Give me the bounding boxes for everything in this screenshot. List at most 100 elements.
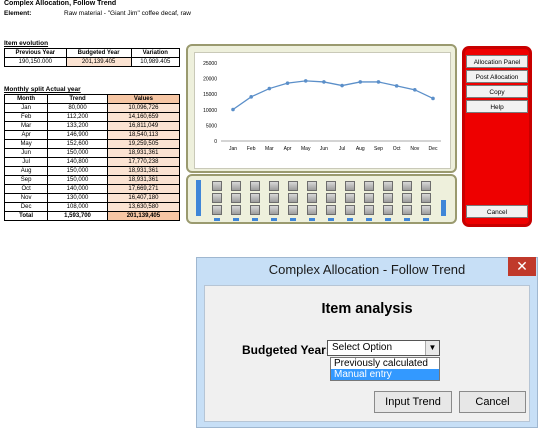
adjust-button[interactable] [269, 193, 279, 203]
value-cell[interactable]: 18,931,361 [106, 148, 181, 158]
adjust-button[interactable] [288, 205, 298, 215]
option-previously-calculated[interactable]: Previously calculated [331, 358, 439, 369]
trend-cell[interactable]: 152,600 [47, 139, 108, 149]
x-tick-label: Sep [374, 146, 383, 152]
item-evolution-label: Item evolution [4, 40, 49, 47]
adjust-button[interactable] [307, 205, 317, 215]
trend-cell[interactable]: 146,900 [47, 130, 108, 140]
month-level-marker [366, 218, 372, 221]
value-cell[interactable]: 18,540,113 [106, 130, 181, 140]
value-cell[interactable]: 19,259,505 [106, 139, 181, 149]
adjust-button[interactable] [402, 205, 412, 215]
adjust-button[interactable] [250, 205, 260, 215]
adjust-button[interactable] [326, 193, 336, 203]
adjust-button[interactable] [421, 205, 431, 215]
panel-cancel-button[interactable]: Cancel [466, 205, 528, 218]
trend-cell[interactable]: 133,200 [47, 121, 108, 131]
adjust-button[interactable] [345, 205, 355, 215]
trend-cell[interactable]: 150,000 [47, 166, 108, 176]
adjust-button[interactable] [345, 193, 355, 203]
data-point [431, 96, 435, 101]
trend-cell[interactable]: 108,000 [47, 202, 108, 212]
adjust-button[interactable] [250, 181, 260, 191]
trend-cell[interactable]: 112,200 [47, 112, 108, 122]
trend-cell[interactable]: 140,000 [47, 184, 108, 194]
month-level-marker [385, 218, 391, 221]
adjust-button[interactable] [345, 181, 355, 191]
adjust-button[interactable] [383, 205, 393, 215]
adjust-button[interactable] [402, 193, 412, 203]
option-manual-entry[interactable]: Manual entry [331, 369, 439, 380]
trend-cell[interactable]: 80,000 [47, 103, 108, 113]
budgeted-year-select[interactable]: Select Option [327, 340, 440, 356]
copy-button[interactable]: Copy [466, 85, 528, 98]
adjust-button[interactable] [288, 193, 298, 203]
table-row: Jun 150,000 18,931,361 [3, 148, 181, 158]
adjust-button[interactable] [269, 205, 279, 215]
monthly-split-label: Monthly split Actual year [4, 86, 81, 93]
adjust-button[interactable] [364, 193, 374, 203]
select-value: Select Option [332, 342, 393, 353]
trend-cell[interactable]: 140,800 [47, 157, 108, 167]
adjust-button[interactable] [307, 181, 317, 191]
trend-cell[interactable]: 150,000 [47, 148, 108, 158]
chevron-down-icon[interactable]: ▼ [425, 341, 439, 355]
help-button[interactable]: Help [466, 100, 528, 113]
left-level-bar[interactable] [196, 180, 201, 216]
table-row: May 152,600 19,259,505 [3, 139, 181, 149]
budgeted-year-value[interactable]: 201,139.405 [65, 57, 132, 67]
dialog-heading: Item analysis [321, 301, 413, 317]
adjust-button[interactable] [231, 193, 241, 203]
x-tick-label: Aug [356, 146, 365, 152]
trend-cell[interactable]: 130,000 [47, 193, 108, 203]
adjust-button[interactable] [383, 181, 393, 191]
adjust-button[interactable] [307, 193, 317, 203]
close-icon[interactable]: ✕ [508, 257, 536, 276]
variation-value[interactable]: 10,989.405 [130, 57, 181, 67]
right-level-bar[interactable] [441, 199, 446, 216]
previous-year-value[interactable]: 190,150.000 [4, 57, 67, 67]
month-level-marker [404, 218, 410, 221]
value-cell[interactable]: 10,096,726 [106, 103, 181, 113]
adjust-button[interactable] [402, 181, 412, 191]
y-tick-label: 0 [214, 139, 217, 145]
value-cell[interactable]: 18,931,361 [106, 166, 181, 176]
value-cell[interactable]: 14,160,659 [106, 112, 181, 122]
adjust-button[interactable] [231, 205, 241, 215]
adjust-button[interactable] [212, 181, 222, 191]
data-point [358, 80, 363, 84]
x-tick-label: Mar [265, 146, 274, 152]
x-tick-label: Apr [284, 146, 292, 152]
adjust-button[interactable] [326, 205, 336, 215]
value-cell[interactable]: 16,407,180 [106, 193, 181, 203]
adjust-button[interactable] [421, 181, 431, 191]
monthly-table: Month Trend Values Jan 80,000 10,096,726 Fe… [3, 94, 181, 221]
month-level-marker [309, 218, 315, 221]
value-cell[interactable]: 17,669,271 [106, 184, 181, 194]
adjust-button[interactable] [364, 181, 374, 191]
adjust-button[interactable] [364, 205, 374, 215]
adjust-button[interactable] [269, 181, 279, 191]
adjust-button[interactable] [383, 193, 393, 203]
value-cell[interactable]: 13,630,580 [106, 202, 181, 212]
adjust-button[interactable] [212, 205, 222, 215]
table-row: Nov 130,000 16,407,180 [3, 193, 181, 203]
value-cell[interactable]: 17,770,238 [106, 157, 181, 167]
adjust-button[interactable] [326, 181, 336, 191]
allocation-panel-button[interactable]: Allocation Panel [466, 55, 528, 68]
dialog-cancel-button[interactable]: Cancel [459, 391, 526, 413]
adjust-button[interactable] [288, 181, 298, 191]
adjust-button[interactable] [421, 193, 431, 203]
month-cell: Sep [3, 175, 49, 185]
input-trend-button[interactable]: Input Trend [374, 391, 452, 413]
value-cell[interactable]: 18,931,361 [106, 175, 181, 185]
series-line [232, 80, 434, 111]
adjust-button[interactable] [250, 193, 260, 203]
adjust-button[interactable] [231, 181, 241, 191]
post-allocation-button[interactable]: Post Allocation [466, 70, 528, 83]
trend-cell[interactable]: 150,000 [47, 175, 108, 185]
data-point [340, 83, 344, 88]
value-cell[interactable]: 16,811,049 [106, 121, 181, 131]
month-level-marker [328, 218, 334, 221]
adjust-button[interactable] [212, 193, 222, 203]
